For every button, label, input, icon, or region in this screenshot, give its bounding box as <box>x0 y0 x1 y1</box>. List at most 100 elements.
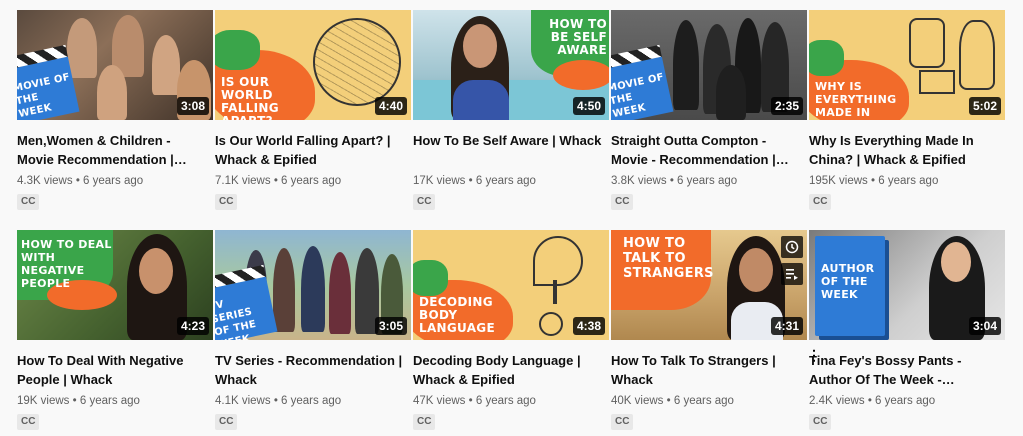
video-meta: 2.4K views • 6 years ago <box>809 393 1005 409</box>
thumbnail-caption: TV SERIES OF THE WEEK <box>215 299 258 340</box>
thumbnail-caption: MOVIE OF THE WEEK <box>17 71 71 120</box>
video-meta: 4.3K views • 6 years ago <box>17 173 213 189</box>
video-card[interactable]: WHY IS EVERYTHING MADE IN CHINA? 5:02 Wh… <box>809 10 1005 210</box>
video-meta: 195K views • 6 years ago <box>809 173 1005 189</box>
duration-badge: 4:31 <box>770 317 803 335</box>
video-title[interactable]: How To Be Self Aware | Whack <box>413 131 603 169</box>
video-card[interactable]: HOW TO DEAL WITH NEGATIVE PEOPLE 4:23 Ho… <box>17 230 213 430</box>
cc-badge: CC <box>413 414 436 430</box>
video-title[interactable]: Decoding Body Language | Whack & Epified <box>413 351 603 389</box>
thumbnail-caption: HOW TO DEAL WITH NEGATIVE PEOPLE <box>21 238 112 290</box>
view-count: 47K views <box>413 395 466 407</box>
upload-age: 6 years ago <box>79 395 140 407</box>
upload-age: 6 years ago <box>875 395 936 407</box>
cc-badge: CC <box>17 194 40 210</box>
upload-age: 6 years ago <box>281 395 342 407</box>
view-count: 40K views <box>611 395 664 407</box>
video-grid: MOVIE OF THE WEEK 3:08 Men,Women & Child… <box>0 0 1023 436</box>
separator: • <box>669 175 674 187</box>
thumbnail-caption: HOW TO TALK TO STRANGERS <box>623 236 714 281</box>
upload-age: 6 years ago <box>281 175 342 187</box>
view-count: 7.1K views <box>215 175 271 187</box>
video-card[interactable]: AUTHOR OF THE WEEK 3:04 Tina Fey's Bossy… <box>809 230 1005 430</box>
separator: • <box>468 175 473 187</box>
video-thumbnail[interactable]: DECODING BODY LANGUAGE 4:38 <box>413 230 609 340</box>
separator: • <box>867 395 872 407</box>
video-meta: 47K views • 6 years ago <box>413 393 609 409</box>
view-count: 195K views <box>809 175 868 187</box>
video-thumbnail[interactable]: HOW TO TALK TO STRANGERS 4:31 <box>611 230 807 340</box>
separator: • <box>666 395 671 407</box>
thumbnail-caption: HOW TO BE SELF AWARE <box>549 17 607 57</box>
view-count: 19K views <box>17 395 70 407</box>
duration-badge: 5:02 <box>968 97 1001 115</box>
thumbnail-caption: DECODING BODY LANGUAGE <box>419 295 495 335</box>
video-title[interactable]: Tina Fey's Bossy Pants - Author Of The W… <box>809 351 999 389</box>
view-count: 17K views <box>413 175 466 187</box>
thumbnail-caption: WHY IS EVERYTHING MADE IN CHINA? <box>815 80 897 120</box>
separator: • <box>273 395 278 407</box>
separator: • <box>75 175 80 187</box>
duration-badge: 3:05 <box>374 317 407 335</box>
video-meta: 40K views • 6 years ago <box>611 393 807 409</box>
cc-badge: CC <box>413 194 436 210</box>
video-card[interactable]: DECODING BODY LANGUAGE 4:38 Decoding Bod… <box>413 230 609 430</box>
separator: • <box>468 395 473 407</box>
cc-badge: CC <box>809 414 832 430</box>
thumbnail-caption: AUTHOR OF THE WEEK <box>821 262 875 301</box>
video-meta: 17K views • 6 years ago <box>413 173 609 189</box>
video-title[interactable]: Why Is Everything Made In China? | Whack… <box>809 131 999 169</box>
view-count: 4.1K views <box>215 395 271 407</box>
cc-badge: CC <box>809 194 832 210</box>
video-thumbnail[interactable]: MOVIE OF THE WEEK 3:08 <box>17 10 213 120</box>
video-thumbnail[interactable]: MOVIE OF THE WEEK 2:35 <box>611 10 807 120</box>
video-thumbnail[interactable]: TV SERIES OF THE WEEK 3:05 <box>215 230 411 340</box>
thumbnail-caption: MOVIE OF THE WEEK <box>611 71 665 120</box>
cc-badge: CC <box>215 194 238 210</box>
video-thumbnail[interactable]: HOW TO BE SELF AWARE 4:50 <box>413 10 609 120</box>
video-card[interactable]: HOW TO TALK TO STRANGERS 4:31 ⋮ How To T… <box>611 230 821 430</box>
video-card[interactable]: IS OUR WORLD FALLING APART? 4:40 Is Our … <box>215 10 411 210</box>
duration-badge: 4:40 <box>374 97 407 115</box>
video-title[interactable]: Men,Women & Children - Movie Recommendat… <box>17 131 207 169</box>
clock-icon[interactable] <box>781 236 803 258</box>
video-thumbnail[interactable]: IS OUR WORLD FALLING APART? 4:40 <box>215 10 411 120</box>
duration-badge: 3:08 <box>176 97 209 115</box>
video-thumbnail[interactable]: WHY IS EVERYTHING MADE IN CHINA? 5:02 <box>809 10 1005 120</box>
video-title[interactable]: How To Deal With Negative People | Whack <box>17 351 207 389</box>
duration-badge: 3:04 <box>968 317 1001 335</box>
video-thumbnail[interactable]: AUTHOR OF THE WEEK 3:04 <box>809 230 1005 340</box>
video-meta: 7.1K views • 6 years ago <box>215 173 411 189</box>
video-meta: 19K views • 6 years ago <box>17 393 213 409</box>
duration-badge: 2:35 <box>770 97 803 115</box>
video-card[interactable]: TV SERIES OF THE WEEK 3:05 TV Series - R… <box>215 230 411 430</box>
video-title[interactable]: Straight Outta Compton - Movie - Recomme… <box>611 131 801 169</box>
separator: • <box>871 175 876 187</box>
video-card[interactable]: HOW TO BE SELF AWARE 4:50 How To Be Self… <box>413 10 609 210</box>
upload-age: 6 years ago <box>475 175 536 187</box>
view-count: 3.8K views <box>611 175 667 187</box>
cc-badge: CC <box>215 414 238 430</box>
thumbnail-caption: IS OUR WORLD FALLING APART? <box>221 75 279 121</box>
cc-badge: CC <box>17 414 40 430</box>
video-meta: 3.8K views • 6 years ago <box>611 173 807 189</box>
video-title[interactable]: Is Our World Falling Apart? | Whack & Ep… <box>215 131 405 169</box>
view-count: 2.4K views <box>809 395 865 407</box>
duration-badge: 4:50 <box>572 97 605 115</box>
separator: • <box>273 175 278 187</box>
duration-badge: 4:38 <box>572 317 605 335</box>
separator: • <box>72 395 77 407</box>
upload-age: 6 years ago <box>475 395 536 407</box>
video-thumbnail[interactable]: HOW TO DEAL WITH NEGATIVE PEOPLE 4:23 <box>17 230 213 340</box>
queue-icon[interactable] <box>781 263 803 285</box>
duration-badge: 4:23 <box>176 317 209 335</box>
cc-badge: CC <box>611 414 634 430</box>
video-title[interactable]: TV Series - Recommendation | Whack <box>215 351 405 389</box>
upload-age: 6 years ago <box>83 175 144 187</box>
upload-age: 6 years ago <box>878 175 939 187</box>
video-card[interactable]: MOVIE OF THE WEEK 3:08 Men,Women & Child… <box>17 10 213 210</box>
upload-age: 6 years ago <box>677 175 738 187</box>
video-card[interactable]: MOVIE OF THE WEEK 2:35 Straight Outta Co… <box>611 10 807 210</box>
upload-age: 6 years ago <box>673 395 734 407</box>
video-title[interactable]: How To Talk To Strangers | Whack <box>611 351 801 389</box>
